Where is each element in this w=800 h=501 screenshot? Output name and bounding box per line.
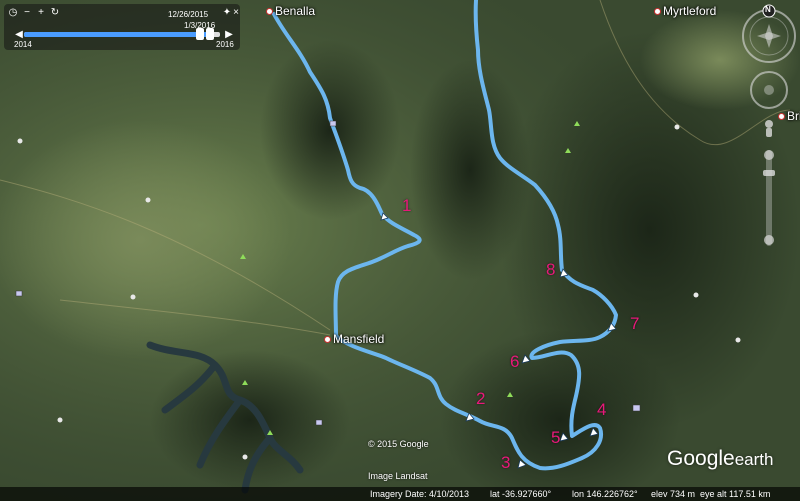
close-icon[interactable]: ×	[232, 8, 240, 18]
terrain-map[interactable]	[0, 0, 800, 501]
town-marker-icon	[324, 336, 331, 344]
map-viewport[interactable]: Benalla Myrtleford Mansfield Bri 1 2 3 4…	[0, 0, 800, 501]
zoom-in-icon[interactable]: +	[36, 8, 46, 18]
town-mansfield[interactable]: Mansfield	[324, 332, 384, 346]
time-slider-start-handle[interactable]	[196, 28, 204, 40]
mountain-range-north	[260, 40, 400, 220]
street-view-pegman-icon[interactable]	[765, 120, 773, 137]
town-label: Benalla	[275, 4, 316, 18]
airport-icon	[130, 294, 136, 300]
eye-altitude-readout: eye alt 117.51 km	[700, 489, 771, 499]
navigation-controls: N	[738, 0, 800, 260]
zoom-out-icon[interactable]: −	[22, 8, 32, 18]
waypoint-label-4: 4	[597, 400, 607, 419]
waypoint-label-5: 5	[551, 428, 561, 447]
google-earth-logo: Googleearth	[667, 447, 773, 471]
town-marker-icon	[266, 8, 273, 16]
town-label: Mansfield	[333, 332, 385, 346]
clock-icon[interactable]: ◷	[8, 8, 18, 18]
logo-earth-text: earth	[734, 450, 774, 469]
waypoint-label-1: 1	[402, 196, 412, 215]
airport-icon	[242, 454, 248, 460]
historical-imagery-timebar: ◷ − + ↻ 12/26/2015 1/3/2016 ✦ × ◀ ▶ 2014…	[4, 4, 240, 50]
time-slider-fill	[24, 32, 214, 37]
look-joystick[interactable]	[757, 24, 781, 48]
farmland-area	[0, 120, 290, 360]
move-joystick[interactable]	[750, 71, 788, 109]
step-back-icon[interactable]: ◀	[14, 30, 24, 40]
town-label: Myrtleford	[663, 4, 717, 18]
poi-icon	[15, 290, 23, 297]
status-bar: Imagery Date: 4/10/2013 lat -36.927660° …	[0, 487, 800, 501]
airport-icon	[693, 292, 699, 298]
waypoint-label-7: 7	[630, 314, 640, 333]
airport-icon	[17, 138, 23, 144]
poi-icon	[315, 419, 323, 426]
waypoint-label-8: 8	[546, 260, 556, 279]
town-benalla[interactable]: Benalla	[266, 4, 315, 18]
waypoint-label-3: 3	[501, 453, 511, 472]
wrench-icon[interactable]: ✦	[222, 8, 232, 18]
refresh-icon[interactable]: ↻	[50, 8, 60, 18]
waypoint-label-6: 6	[510, 352, 520, 371]
longitude-readout: lon 146.226762°	[572, 489, 638, 499]
airport-icon	[735, 337, 741, 343]
imagery-credit: Image Landsat	[368, 471, 428, 481]
copyright-credit: © 2015 Google	[368, 439, 429, 449]
zoom-slider[interactable]	[763, 150, 775, 246]
camera-icon	[632, 404, 641, 412]
town-myrtleford[interactable]: Myrtleford	[654, 4, 716, 18]
poi-icon	[329, 120, 337, 127]
airport-icon	[145, 197, 151, 203]
step-forward-icon[interactable]: ▶	[224, 30, 234, 40]
timebar-range-start: 2014	[14, 40, 32, 49]
imagery-date: Imagery Date: 4/10/2013	[370, 489, 470, 499]
time-slider[interactable]	[24, 28, 220, 40]
town-marker-icon	[654, 8, 661, 16]
timebar-range-end: 2016	[216, 40, 234, 49]
logo-google-text: Google	[667, 447, 735, 470]
airport-icon	[674, 124, 680, 130]
timebar-start-date: 12/26/2015	[168, 10, 209, 19]
waypoint-label-2: 2	[476, 389, 486, 408]
compass-north-label: N	[765, 5, 771, 14]
latitude-readout: lat -36.927660°	[490, 489, 552, 499]
elevation-readout: elev 734 m	[651, 489, 696, 499]
time-slider-end-handle[interactable]	[206, 28, 214, 40]
airport-icon	[57, 417, 63, 423]
